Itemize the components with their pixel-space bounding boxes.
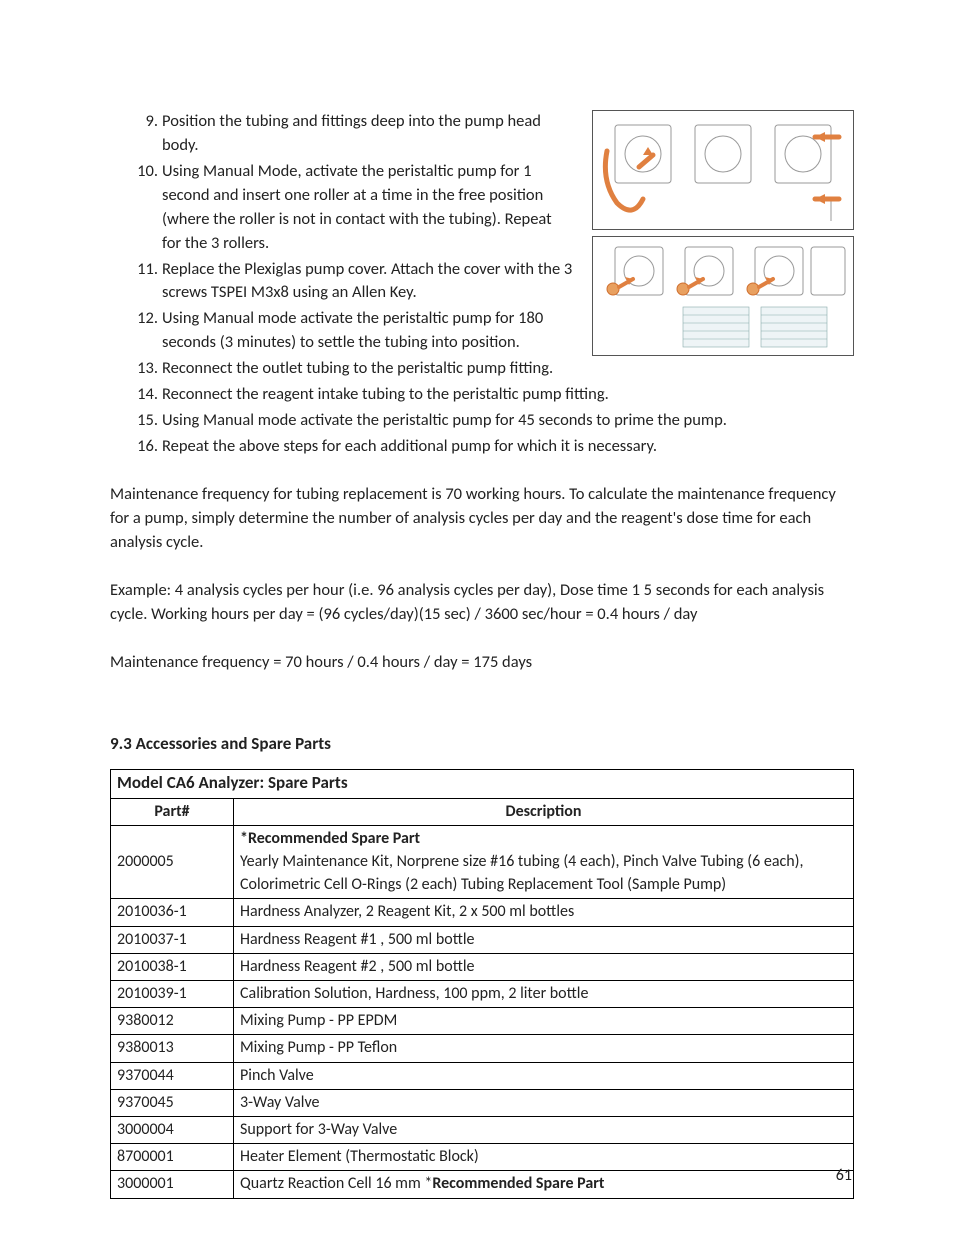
step-text: Repeat the above steps for each addition…: [162, 436, 657, 456]
figure-pump-top: [592, 110, 854, 230]
table-title: Model CA6 Analyzer: Spare Parts: [111, 770, 854, 799]
cell-part: 9370044: [111, 1062, 234, 1089]
list-item: Using Manual Mode, activate the peristal…: [162, 160, 574, 256]
table-row: 9370044Pinch Valve: [111, 1062, 854, 1089]
table-row: 2000005 *Recommended Spare Part Yearly M…: [111, 825, 854, 899]
paragraph-example: Example: 4 analysis cycles per hour (i.e…: [110, 579, 854, 627]
list-item: Using Manual mode activate the peristalt…: [162, 409, 854, 433]
paragraph-result: Maintenance frequency = 70 hours / 0.4 h…: [110, 651, 854, 675]
table-row: 2010037-1Hardness Reagent #1 , 500 ml bo…: [111, 926, 854, 953]
part-number: 2000005: [117, 852, 174, 871]
cell-part: 9380013: [111, 1035, 234, 1062]
cell-desc: Mixing Pump - PP EPDM: [234, 1008, 854, 1035]
step-text: Using Manual Mode, activate the peristal…: [162, 161, 552, 253]
cell-desc: Hardness Analyzer, 2 Reagent Kit, 2 x 50…: [234, 899, 854, 926]
cell-desc: Pinch Valve: [234, 1062, 854, 1089]
cell-desc: Support for 3-Way Valve: [234, 1116, 854, 1143]
cell-part: 2010037-1: [111, 926, 234, 953]
table-row: 2010038-1Hardness Reagent #2 , 500 ml bo…: [111, 953, 854, 980]
cell-part: 3000004: [111, 1116, 234, 1143]
recommended-bold: Recommended Spare Part: [432, 1174, 604, 1193]
figure-column: [592, 110, 854, 356]
step-text: Replace the Plexiglas pump cover. Attach…: [162, 259, 572, 303]
cell-part: 2000005: [111, 825, 234, 899]
cell-desc: Hardness Reagent #1 , 500 ml bottle: [234, 926, 854, 953]
cell-desc: Hardness Reagent #2 , 500 ml bottle: [234, 953, 854, 980]
cell-desc: Calibration Solution, Hardness, 100 ppm,…: [234, 981, 854, 1008]
page-number: 61: [836, 1164, 852, 1187]
step-text: Position the tubing and fittings deep in…: [162, 111, 541, 155]
cell-part: 2010036-1: [111, 899, 234, 926]
cell-part: 3000001: [111, 1171, 234, 1198]
cell-part: 2010038-1: [111, 953, 234, 980]
step-list-a: Position the tubing and fittings deep in…: [110, 110, 574, 355]
list-item: Position the tubing and fittings deep in…: [162, 110, 574, 158]
cell-part: 2010039-1: [111, 981, 234, 1008]
cell-desc: Quartz Reaction Cell 16 mm *Recommended …: [234, 1171, 854, 1198]
list-item: Using Manual mode activate the peristalt…: [162, 307, 574, 355]
cell-desc: Mixing Pump - PP Teflon: [234, 1035, 854, 1062]
table-row: 3000001 Quartz Reaction Cell 16 mm *Reco…: [111, 1171, 854, 1198]
step-text: Reconnect the outlet tubing to the peris…: [162, 358, 553, 378]
list-item: Reconnect the outlet tubing to the peris…: [162, 357, 854, 381]
step-text: Reconnect the reagent intake tubing to t…: [162, 384, 609, 404]
table-row: Part# Description: [111, 798, 854, 825]
table-row: 9380013Mixing Pump - PP Teflon: [111, 1035, 854, 1062]
cell-part: 8700001: [111, 1144, 234, 1171]
table-row: 2010036-1Hardness Analyzer, 2 Reagent Ki…: [111, 899, 854, 926]
table-row: 93700453-Way Valve: [111, 1089, 854, 1116]
table-row: 9380012Mixing Pump - PP EPDM: [111, 1008, 854, 1035]
table-row: 3000004Support for 3-Way Valve: [111, 1116, 854, 1143]
figure-pump-bottom: [592, 236, 854, 356]
table-row: Model CA6 Analyzer: Spare Parts: [111, 770, 854, 799]
recommended-bold: *Recommended Spare Part: [240, 829, 420, 848]
list-item: Replace the Plexiglas pump cover. Attach…: [162, 258, 574, 306]
list-item: Repeat the above steps for each addition…: [162, 435, 854, 459]
cell-part: 9380012: [111, 1008, 234, 1035]
table-row: 8700001Heater Element (Thermostatic Bloc…: [111, 1144, 854, 1171]
cell-part: 9370045: [111, 1089, 234, 1116]
spare-parts-table: Model CA6 Analyzer: Spare Parts Part# De…: [110, 769, 854, 1198]
step-list-b: Reconnect the outlet tubing to the peris…: [110, 357, 854, 459]
cell-desc: Heater Element (Thermostatic Block): [234, 1144, 854, 1171]
desc-text: Quartz Reaction Cell 16 mm *: [240, 1174, 432, 1193]
cell-desc: *Recommended Spare Part Yearly Maintenan…: [234, 825, 854, 899]
cell-desc: 3-Way Valve: [234, 1089, 854, 1116]
section-heading: 9.3 Accessories and Spare Parts: [110, 732, 854, 757]
list-item: Reconnect the reagent intake tubing to t…: [162, 383, 854, 407]
top-row: Position the tubing and fittings deep in…: [110, 110, 854, 357]
column-header-desc: Description: [234, 798, 854, 825]
column-header-part: Part#: [111, 798, 234, 825]
page-container: Position the tubing and fittings deep in…: [0, 0, 954, 1235]
step-text: Using Manual mode activate the peristalt…: [162, 410, 727, 430]
desc-text: Yearly Maintenance Kit, Norprene size #1…: [240, 852, 804, 894]
step-text: Using Manual mode activate the peristalt…: [162, 308, 543, 352]
paragraph-maintenance: Maintenance frequency for tubing replace…: [110, 483, 854, 555]
step-list-column: Position the tubing and fittings deep in…: [110, 110, 574, 357]
table-row: 2010039-1Calibration Solution, Hardness,…: [111, 981, 854, 1008]
